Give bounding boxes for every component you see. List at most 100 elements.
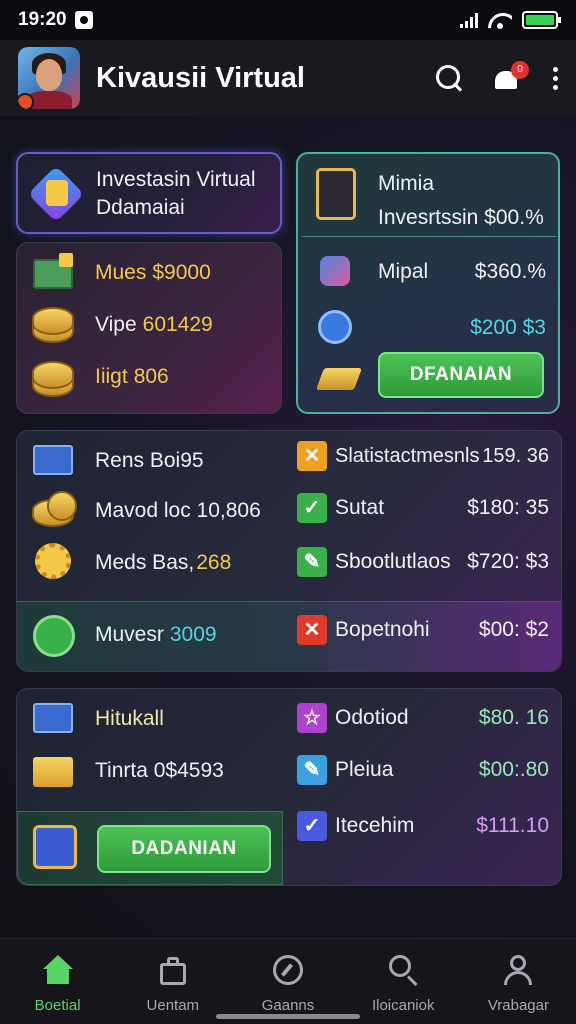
summary-right-row[interactable]: ☆ Odotiod $80. 16 <box>297 703 549 733</box>
check-box-icon: ✓ <box>297 811 327 841</box>
asset-row[interactable]: Vipe 601429 <box>31 305 213 345</box>
check-box-icon: ✓ <box>297 493 327 523</box>
app-title: Kivausii Virtual <box>96 61 305 94</box>
chart-circle-icon <box>316 308 356 348</box>
right-stat-row[interactable]: ✕ Bopetnohi $00: $2 <box>297 615 549 645</box>
status-bar: 19:20 <box>0 0 576 40</box>
statistics-card: Rens Boi95 Mavod loc 10,806 Meds Bas, 26… <box>16 430 562 672</box>
stat-row[interactable]: Meds Bas, 268 <box>31 543 231 583</box>
portfolio-label: Mipal <box>378 260 429 283</box>
stat-label: Meds Bas, <box>95 551 195 574</box>
notification-badge: 0 <box>511 61 529 79</box>
right-stat-label: Sutat <box>335 496 385 519</box>
close-box-icon: ✕ <box>297 441 327 471</box>
bottom-navigation: Boetial Uentam Gaanns Iloicaniok Vrabaga… <box>0 938 576 1024</box>
right-stat-label: Slatistactmesnls <box>335 444 480 467</box>
summary-right-label: Pleiua <box>335 758 394 781</box>
cash-stack-icon <box>31 253 75 293</box>
investment-title-card[interactable]: Investasin Virtual Ddamaiai <box>16 152 282 234</box>
signal-icon <box>460 12 478 28</box>
nav-label: Gaanns <box>261 997 315 1014</box>
compass-icon <box>271 955 305 987</box>
nav-item-profile[interactable]: Vrabagar <box>461 939 576 1024</box>
nav-item-games[interactable]: Gaanns <box>230 939 345 1024</box>
right-stat-value: $180: 35 <box>467 496 549 519</box>
ribbon-box-icon: ☆ <box>297 703 327 733</box>
summary-card: Hitukall Tinrta 0$4593 DADANIAN ☆ Odotio… <box>16 688 562 886</box>
coin-icon <box>31 491 77 531</box>
right-stat-row[interactable]: ✕ Slatistactmesnls 159. 36 <box>297 441 549 471</box>
right-stat-label: Bopetnohi <box>335 618 430 641</box>
stat-value: 3009 <box>169 623 217 646</box>
nav-item-home[interactable]: Boetial <box>0 939 115 1024</box>
briefcase-icon <box>156 955 190 987</box>
search-icon[interactable] <box>435 64 463 92</box>
asset-row[interactable]: Mues $9000 <box>31 253 211 293</box>
summary-right-row[interactable]: ✎ Pleiua $00:.80 <box>297 755 549 785</box>
avatar[interactable] <box>18 47 80 109</box>
nav-item-wallet[interactable]: Uentam <box>115 939 230 1024</box>
app-header: Kivausii Virtual 0 <box>0 40 576 116</box>
coin-stack-icon <box>31 305 75 345</box>
user-icon <box>501 955 535 987</box>
summary-right-value: $80. 16 <box>478 706 549 729</box>
portfolio-row[interactable]: $200 $3 <box>316 308 546 348</box>
stat-row[interactable]: Muvesr 3009 <box>31 615 217 657</box>
nav-label: Boetial <box>34 997 81 1014</box>
notification-icon[interactable]: 0 <box>493 61 529 93</box>
portfolio-value: $360.% <box>474 260 546 283</box>
right-stat-value: $720: $3 <box>467 550 549 573</box>
screen-record-icon <box>74 11 93 29</box>
status-time: 19:20 <box>18 9 67 30</box>
asset-label: Mues <box>95 261 147 284</box>
app-logo-icon <box>316 252 356 292</box>
asset-value: 601429 <box>142 313 213 336</box>
more-menu-icon[interactable] <box>553 66 558 90</box>
gift-box-icon <box>31 751 75 791</box>
asset-value: 806 <box>133 365 169 388</box>
assets-card: Mues $9000 Vipe 601429 Iiigt 806 <box>16 242 282 414</box>
stat-row[interactable]: Rens Boi95 <box>31 441 204 481</box>
summary-label: Hitukall <box>95 707 164 730</box>
right-stat-value: 159. 36 <box>482 444 549 467</box>
nav-label: Vrabagar <box>487 997 549 1014</box>
dadanian-button[interactable]: DADANIAN <box>97 825 271 873</box>
asset-value: $9000 <box>152 261 211 284</box>
gesture-bar[interactable] <box>216 1014 360 1019</box>
right-stat-label: Sbootlutlaos <box>335 550 451 573</box>
home-icon <box>41 955 75 987</box>
summary-right-value: $111.10 <box>476 814 549 837</box>
nav-item-search[interactable]: Iloicaniok <box>346 939 461 1024</box>
main-content: Investasin Virtual Ddamaiai Mues $9000 V… <box>0 116 576 938</box>
stat-label: Mavod loc 10,806 <box>95 499 261 522</box>
cancel-box-icon: ✕ <box>297 615 327 645</box>
portfolio-row[interactable]: Mipal $360.% <box>316 252 546 292</box>
asset-label: Vipe <box>95 313 137 336</box>
stat-value: 268 <box>196 551 232 574</box>
summary-row[interactable]: Hitukall <box>31 699 164 739</box>
asset-row[interactable]: Iiigt 806 <box>31 357 169 397</box>
portfolio-subtitle: Invesrtssin $00.% <box>378 206 544 229</box>
nav-label: Uentam <box>146 997 200 1014</box>
right-stat-row[interactable]: ✎ Sbootlutlaos $720: $3 <box>297 547 549 577</box>
safe-box-icon <box>31 823 81 873</box>
card-title: Investasin Virtual <box>96 168 256 191</box>
right-stat-row[interactable]: ✓ Sutat $180: 35 <box>297 493 549 523</box>
stat-row[interactable]: Mavod loc 10,806 <box>31 491 261 531</box>
summary-right-value: $00:.80 <box>478 758 549 781</box>
asset-label: Iiigt <box>95 365 128 388</box>
card-subtitle: Ddamaiai <box>96 196 185 219</box>
summary-row[interactable]: Tinrta 0$4593 <box>31 751 224 791</box>
portfolio-card: Mimia Invesrtssin $00.% Mipal $360.% $20… <box>296 152 560 414</box>
dfanaian-button[interactable]: DFANAIAN <box>378 352 544 398</box>
nav-label: Iloicaniok <box>371 997 435 1014</box>
document-box-icon: ✎ <box>297 755 327 785</box>
gear-icon <box>31 543 75 583</box>
portfolio-value: $200 $3 <box>470 316 546 339</box>
right-stat-value: $00: $2 <box>478 618 549 641</box>
search-icon <box>386 955 420 987</box>
summary-right-label: Odotiod <box>335 706 409 729</box>
stat-label: Muvesr <box>95 623 164 646</box>
summary-right-row[interactable]: ✓ Itecehim $111.10 <box>297 811 549 841</box>
edit-box-icon: ✎ <box>297 547 327 577</box>
